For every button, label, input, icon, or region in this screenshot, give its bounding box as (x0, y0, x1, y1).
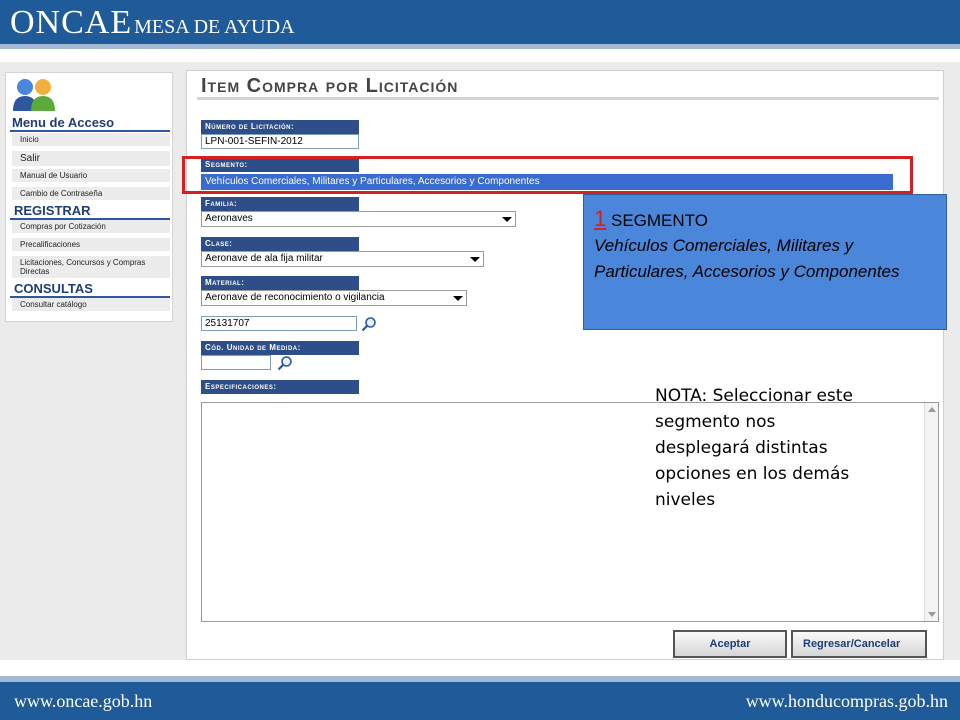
footer-left-url[interactable]: www.oncae.gob.hn (14, 691, 152, 712)
material-code-field[interactable]: 25131707 (201, 316, 357, 331)
unidad-field[interactable] (201, 355, 271, 370)
familia-value: Aeronaves (205, 213, 253, 224)
scroll-up-icon[interactable] (928, 407, 936, 412)
material-label: Material: (201, 276, 359, 290)
screenshot-area: Menu de Acceso Inicio Salir Manual de Us… (0, 62, 960, 660)
chevron-down-icon[interactable] (502, 217, 512, 222)
menu-divider (10, 130, 170, 132)
numero-field[interactable]: LPN-001-SEFIN-2012 (201, 134, 359, 149)
textarea-scrollbar[interactable] (924, 403, 938, 621)
users-icon (13, 79, 55, 111)
sidebar-item-licitaciones[interactable]: Licitaciones, Concursos y Compras Direct… (12, 256, 170, 279)
material-value: Aeronave de reconocimiento o vigilancia (205, 292, 385, 303)
sidebar-item-compras-cotizacion[interactable]: Compras por Cotización (12, 220, 170, 234)
brand-logo: ONCAE MESA DE AYUDA (10, 4, 295, 42)
page-title: Item Compra por Licitación (201, 75, 459, 97)
accept-button[interactable]: Aceptar (673, 630, 787, 658)
nota-text: NOTA: Seleccionar este segmento nos desp… (655, 386, 853, 510)
sidebar-item-inicio[interactable]: Inicio (12, 133, 170, 147)
back-button[interactable]: Regresar/Cancelar (791, 630, 927, 658)
section-consultas: CONSULTAS (14, 281, 93, 296)
callout-number: 1 (594, 206, 607, 231)
sidebar-item-consultar-catalogo[interactable]: Consultar catálogo (12, 298, 170, 312)
callout-heading: SEGMENTO (610, 211, 708, 230)
brand-sub-text: MESA DE AYUDA (134, 16, 295, 38)
numero-label: Número de Licitación: (201, 120, 359, 134)
chevron-down-icon[interactable] (470, 257, 480, 262)
title-underline (197, 97, 939, 100)
footer-banner: www.oncae.gob.hn www.honducompras.gob.hn (0, 682, 960, 720)
search-icon[interactable] (361, 316, 377, 332)
sidebar-item-cambio-contrasena[interactable]: Cambio de Contraseña (12, 187, 170, 201)
section-registrar: REGISTRAR (14, 203, 91, 218)
brand-main-text: ONCAE (10, 4, 133, 41)
sidebar-item-salir[interactable]: Salir (12, 151, 170, 167)
callout-heading-line: 1 SEGMENTO (594, 207, 936, 233)
familia-label: Familia: (201, 197, 359, 211)
sidebar: Menu de Acceso Inicio Salir Manual de Us… (5, 72, 173, 322)
header-banner: ONCAE MESA DE AYUDA (0, 0, 960, 44)
scroll-down-icon[interactable] (928, 612, 936, 617)
sidebar-item-precalificaciones[interactable]: Precalificaciones (12, 238, 170, 252)
clase-value: Aeronave de ala fija militar (205, 253, 323, 264)
footer-right-url[interactable]: www.honducompras.gob.hn (746, 691, 948, 712)
menu-title: Menu de Acceso (12, 115, 115, 130)
familia-select[interactable]: Aeronaves (201, 211, 516, 227)
especificaciones-label: Especificaciones: (201, 380, 359, 394)
clase-select[interactable]: Aeronave de ala fija militar (201, 251, 484, 267)
segmento-callout: 1 SEGMENTO Vehículos Comerciales, Milita… (583, 194, 947, 330)
search-icon[interactable] (277, 355, 293, 371)
sidebar-item-manual[interactable]: Manual de Usuario (12, 169, 170, 183)
clase-label: Clase: (201, 237, 359, 251)
unidad-label: Cód. Unidad de Medida: (201, 341, 359, 355)
material-select[interactable]: Aeronave de reconocimiento o vigilancia (201, 290, 467, 306)
callout-body: Vehículos Comerciales, Militares y Parti… (594, 236, 900, 281)
header-divider (0, 44, 960, 49)
chevron-down-icon[interactable] (453, 296, 463, 301)
segmento-highlight (182, 156, 913, 194)
